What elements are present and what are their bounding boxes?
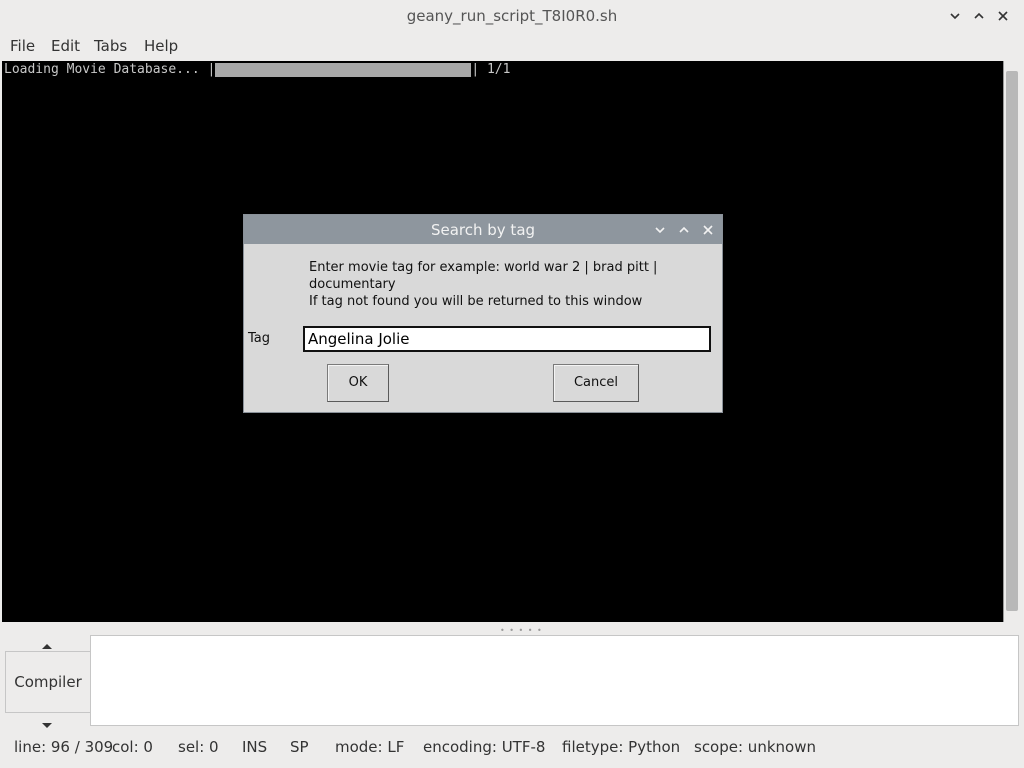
tab-scroll-down-icon[interactable] (41, 716, 53, 734)
close-icon (703, 225, 713, 235)
terminal-line: Loading Movie Database... | | 1/1 (4, 63, 510, 77)
status-sp: SP (290, 738, 309, 756)
tag-input[interactable] (303, 326, 711, 352)
loading-text: Loading Movie Database... | (4, 62, 216, 77)
status-mode: mode: LF (335, 738, 405, 756)
status-line: line: 96 / 309 (14, 738, 114, 756)
tab-compiler[interactable]: Compiler (5, 651, 91, 713)
chevron-up-icon (679, 226, 689, 233)
status-col: col: 0 (112, 738, 153, 756)
compiler-output-panel[interactable] (90, 635, 1019, 726)
progress-count: | 1/1 (471, 62, 511, 77)
cancel-button[interactable]: Cancel (553, 364, 639, 402)
tag-label: Tag (248, 331, 271, 346)
progress-bar-fill (215, 63, 472, 77)
status-scope: scope: unknown (694, 738, 816, 756)
menu-help[interactable]: Help (144, 37, 178, 55)
dialog-maximize-button[interactable] (674, 220, 694, 240)
menu-file[interactable]: File (10, 37, 35, 55)
chevron-down-icon (655, 227, 665, 234)
dialog-message: Enter movie tag for example: world war 2… (309, 259, 689, 310)
message-line: If tag not found you will be returned to… (309, 294, 643, 309)
close-button[interactable] (993, 6, 1013, 26)
scrollbar-thumb[interactable] (1006, 71, 1018, 611)
chevron-up-icon (974, 12, 984, 19)
dialog-minimize-button[interactable] (650, 220, 670, 240)
terminal-scrollbar[interactable] (1004, 61, 1022, 623)
status-ins: INS (242, 738, 268, 756)
dialog-close-button[interactable] (698, 220, 718, 240)
dialog-titlebar[interactable]: Search by tag (244, 215, 722, 244)
message-line: documentary (309, 277, 396, 292)
maximize-button[interactable] (969, 6, 989, 26)
minimize-button[interactable] (945, 6, 965, 26)
search-by-tag-dialog: Search by tag Enter movie tag for exampl… (243, 214, 723, 413)
menu-tabs[interactable]: Tabs (94, 37, 127, 55)
pane-splitter-grip[interactable]: • • • • • (500, 626, 543, 635)
chevron-down-icon (950, 13, 960, 20)
close-icon (998, 11, 1008, 21)
window-titlebar[interactable]: geany_run_script_T8I0R0.sh (0, 0, 1024, 33)
status-sel: sel: 0 (178, 738, 219, 756)
window-title: geany_run_script_T8I0R0.sh (406, 7, 618, 25)
status-encoding: encoding: UTF-8 (423, 738, 546, 756)
status-filetype: filetype: Python (562, 738, 681, 756)
ok-button[interactable]: OK (327, 364, 389, 402)
dialog-title: Search by tag (430, 221, 536, 239)
menu-edit[interactable]: Edit (51, 37, 80, 55)
menubar: File Edit Tabs Help (0, 33, 1024, 59)
statusbar: line: 96 / 309 col: 0 sel: 0 INS SP mode… (0, 736, 1024, 760)
message-line: Enter movie tag for example: world war 2… (309, 260, 658, 275)
